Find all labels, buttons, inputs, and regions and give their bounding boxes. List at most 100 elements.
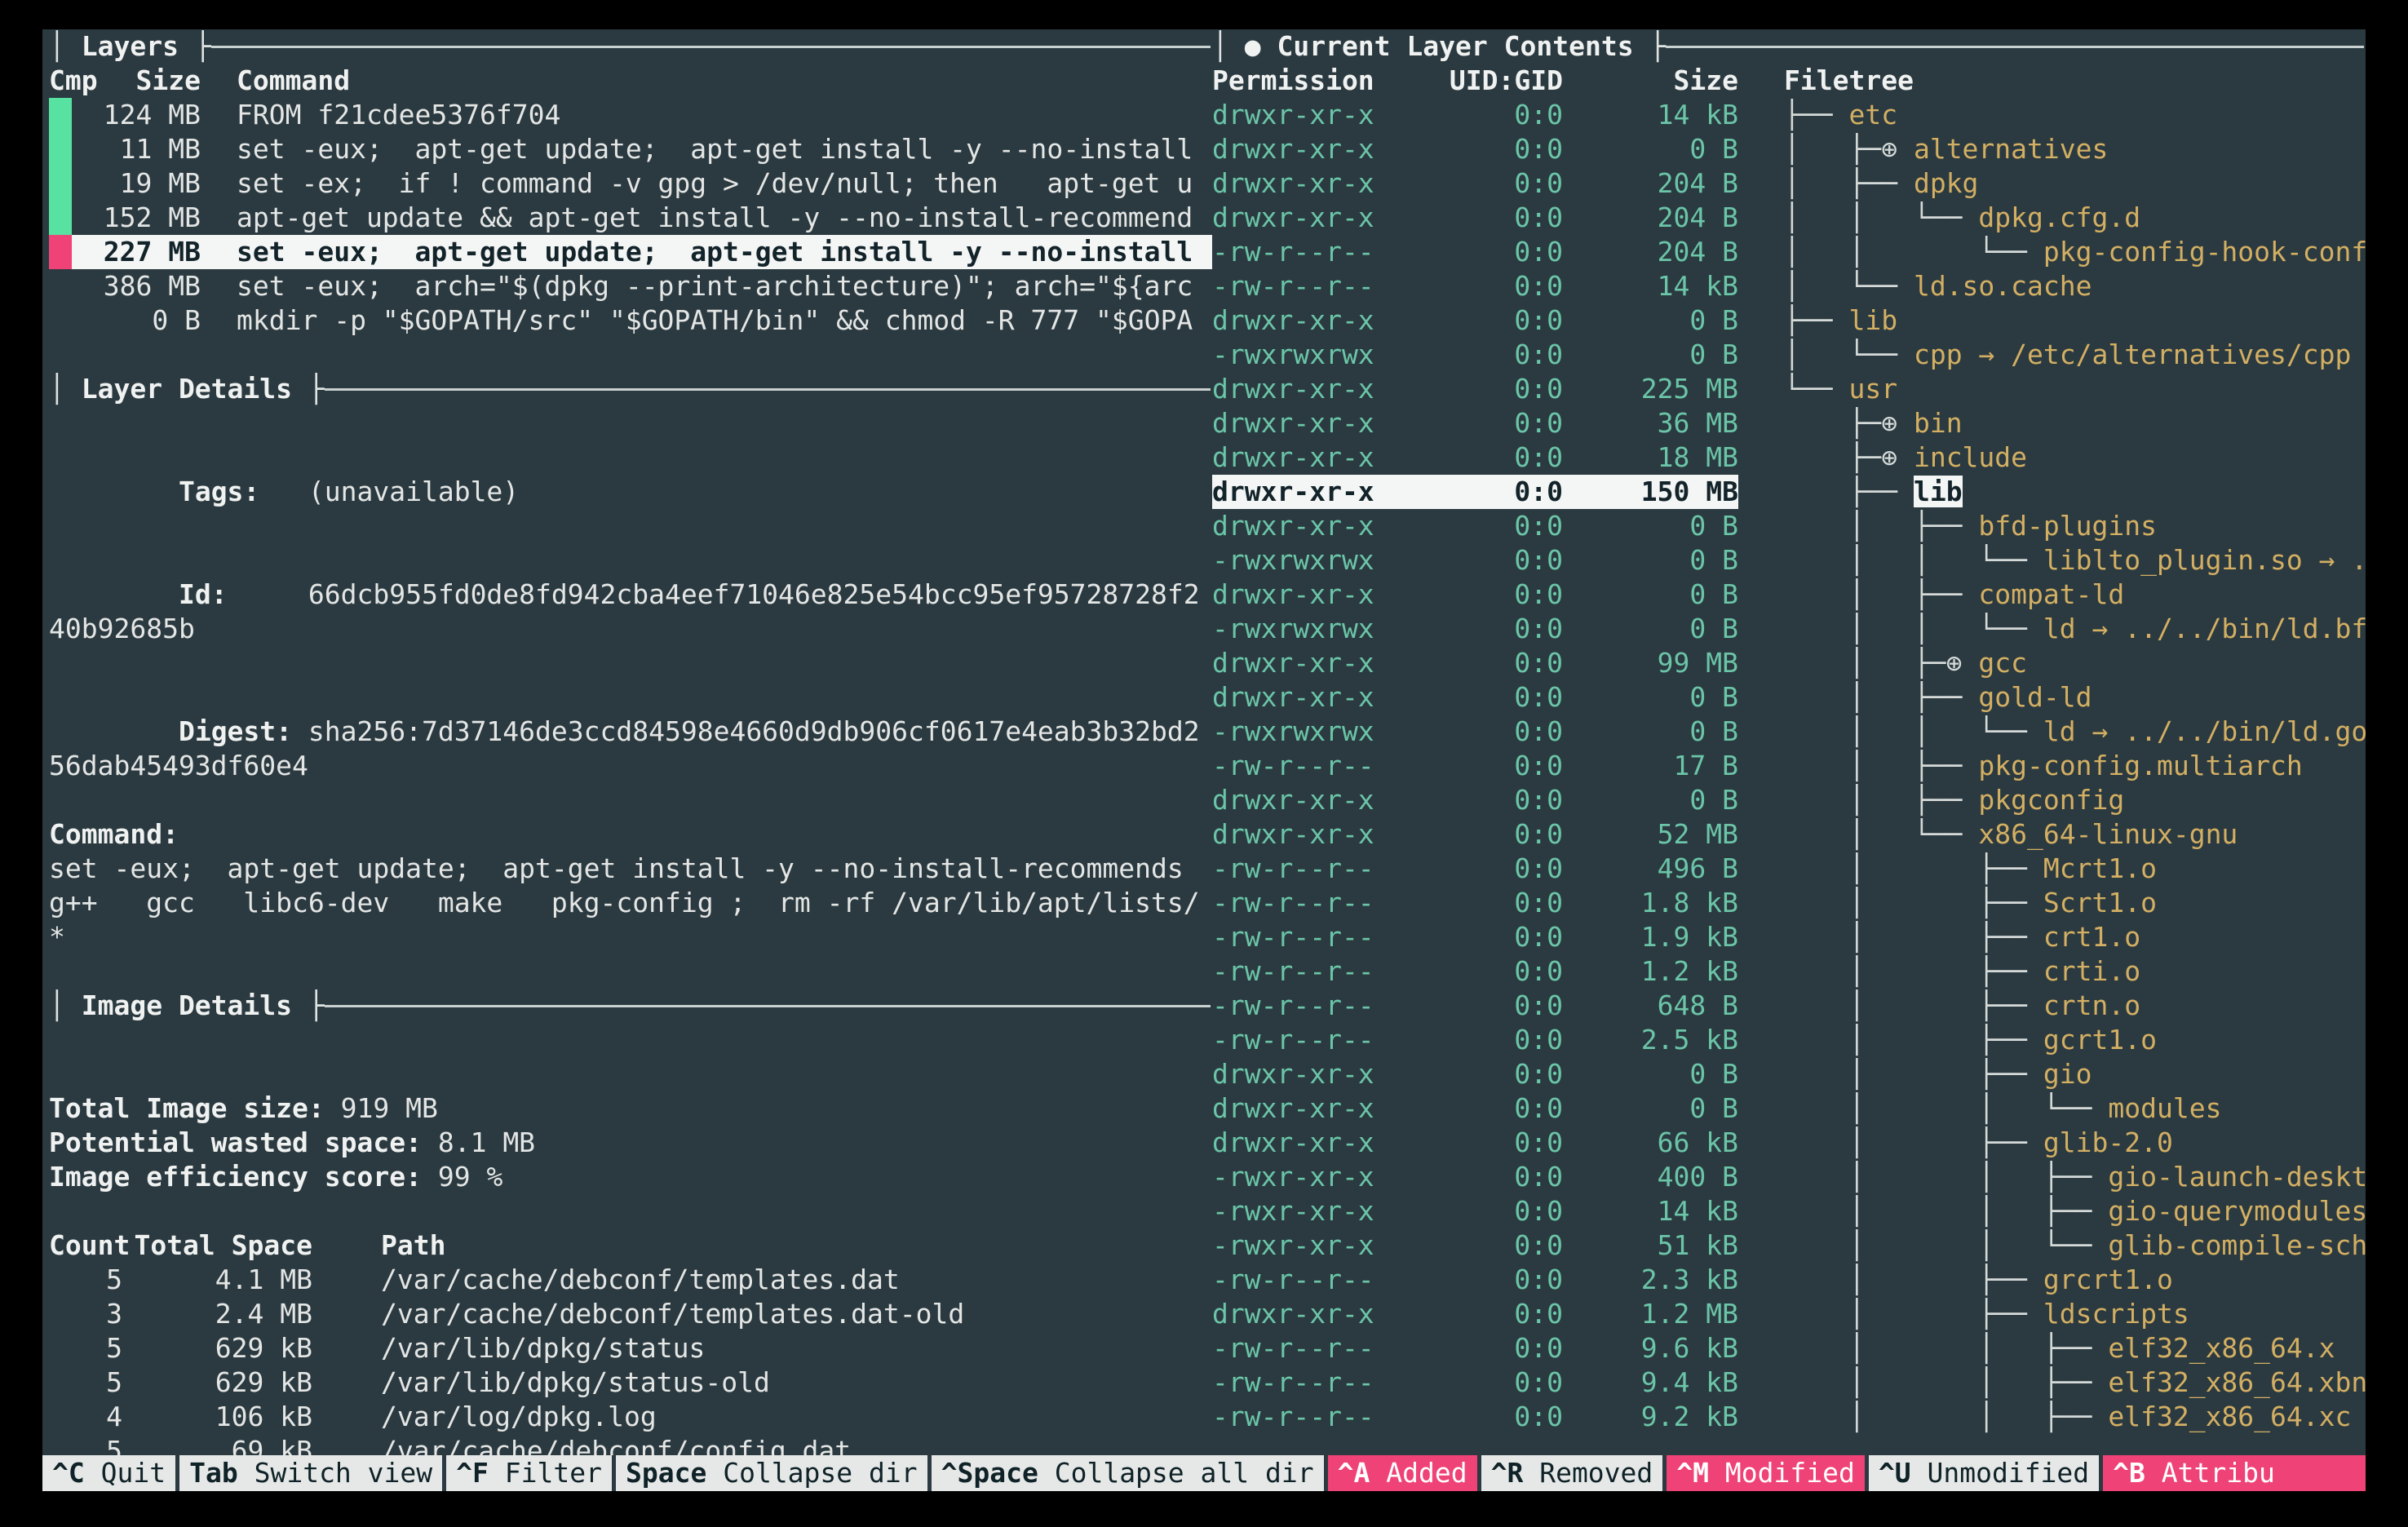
- file-size: 400 B: [1563, 1160, 1738, 1194]
- filetree-row[interactable]: drwxr-xr-x0:0204 B│ │ └── dpkg.cfg.d: [1212, 201, 2366, 235]
- wasted-total-space: 2.4 MB: [122, 1297, 312, 1331]
- wasted-total-space: 629 kB: [122, 1365, 312, 1400]
- filetree-row[interactable]: -rwxr-xr-x0:0400 B │ │ ├── gio-launch-de…: [1212, 1160, 2366, 1194]
- tree-branch: │ │ ├──: [1784, 1401, 2108, 1432]
- filetree-row[interactable]: -rw-r--r--0:09.6 kB │ │ ├── elf32_x86_64…: [1212, 1331, 2366, 1365]
- layer-row[interactable]: 11 MBset -eux; apt-get update; apt-get i…: [49, 132, 1212, 166]
- pane-border-junction: ├: [1649, 29, 1666, 64]
- filetree-row[interactable]: drwxr-xr-x0:00 B │ ├── gold-ld: [1212, 680, 2366, 715]
- filetree-row[interactable]: -rwxrwxrwx0:00 B │ │ └── liblto_plugin.s…: [1212, 543, 2366, 578]
- filetree-row[interactable]: -rw-r--r--0:02.3 kB │ ├── grcrt1.o: [1212, 1263, 2366, 1297]
- file-tree-cell: │ ├── dpkg: [1738, 166, 2366, 201]
- filetree-row[interactable]: -rw-r--r--0:02.5 kB │ ├── gcrt1.o: [1212, 1023, 2366, 1057]
- file-tree-cell: │ ├── gcrt1.o: [1738, 1023, 2366, 1057]
- file-name: Mcrt1.o: [2043, 852, 2157, 884]
- filetree-row[interactable]: -rw-r--r--0:0496 B │ ├── Mcrt1.o: [1212, 852, 2366, 886]
- layer-id-label: Id:: [179, 578, 308, 612]
- tree-branch: │ ├─⊕: [1784, 133, 1914, 165]
- filetree-row[interactable]: drwxr-xr-x0:00 B │ ├── bfd-plugins: [1212, 509, 2366, 543]
- file-permission: drwxr-xr-x: [1212, 201, 1375, 235]
- file-uid-gid: 0:0: [1375, 269, 1563, 303]
- statusbar-item-added[interactable]: ^A Added: [1328, 1455, 1477, 1491]
- filetree-row[interactable]: -rwxrwxrwx0:00 B │ │ └── ld → ../../bin/…: [1212, 612, 2366, 646]
- filetree-row[interactable]: drwxr-xr-x0:099 MB │ ├─⊕ gcc: [1212, 646, 2366, 680]
- statusbar-label: Attribu: [2162, 1457, 2275, 1489]
- file-size: 14 kB: [1563, 98, 1738, 132]
- filetree-row[interactable]: -rw-r--r--0:0204 B│ │ └── pkg-config-hoo…: [1212, 235, 2366, 269]
- filetree-row[interactable]: -rw-r--r--0:01.8 kB │ ├── Scrt1.o: [1212, 886, 2366, 920]
- file-tree-cell: ├─⊕ include: [1738, 440, 2366, 475]
- layer-row[interactable]: 19 MBset -ex; if ! command -v gpg > /dev…: [49, 166, 1212, 201]
- statusbar-item-attribu[interactable]: ^B Attribu: [2103, 1455, 2366, 1491]
- file-uid-gid: 0:0: [1375, 1194, 1563, 1228]
- file-uid-gid: 0:0: [1375, 1263, 1563, 1297]
- file-size: 2.5 kB: [1563, 1023, 1738, 1057]
- spacer: [49, 406, 1212, 440]
- filetree-row[interactable]: -rw-r--r--0:017 B │ ├── pkg-config.multi…: [1212, 749, 2366, 783]
- filetree-row[interactable]: -rw-r--r--0:09.4 kB │ │ ├── elf32_x86_64…: [1212, 1365, 2366, 1400]
- filetree-row[interactable]: -rwxr-xr-x0:014 kB │ │ ├── gio-querymodu…: [1212, 1194, 2366, 1228]
- filetree-row[interactable]: drwxr-xr-x0:00 B │ │ └── modules: [1212, 1091, 2366, 1126]
- filetree-row[interactable]: drwxr-xr-x0:00 B│ ├─⊕ alternatives: [1212, 132, 2366, 166]
- filetree-row[interactable]: drwxr-xr-x0:066 kB │ ├── glib-2.0: [1212, 1126, 2366, 1160]
- wasted-space-row: 32.4 MB/var/cache/debconf/templates.dat-…: [49, 1297, 1212, 1331]
- statusbar-item-filter[interactable]: ^F Filter: [446, 1455, 612, 1491]
- filetree-row[interactable]: -rw-r--r--0:09.2 kB │ │ ├── elf32_x86_64…: [1212, 1400, 2366, 1434]
- column-header-cmp: Cmp: [49, 64, 121, 98]
- file-size: 51 kB: [1563, 1228, 1738, 1263]
- column-header-size: Size: [1563, 64, 1738, 98]
- statusbar-label: Quit: [101, 1457, 166, 1489]
- layer-row[interactable]: 386 MBset -eux; arch="$(dpkg --print-arc…: [49, 269, 1212, 303]
- filetree-row[interactable]: -rw-r--r--0:01.9 kB │ ├── crt1.o: [1212, 920, 2366, 954]
- filetree-row[interactable]: drwxr-xr-x0:036 MB ├─⊕ bin: [1212, 406, 2366, 440]
- tree-branch: │ ├──: [1784, 167, 1914, 199]
- statusbar-item-collapse-dir[interactable]: Space Collapse dir: [616, 1455, 927, 1491]
- layer-id-row: Id:66dcb955fd0de8fd942cba4eef71046e825e5…: [49, 543, 1202, 680]
- file-size: 0 B: [1563, 680, 1738, 715]
- filetree-row[interactable]: -rw-r--r--0:014 kB│ └── ld.so.cache: [1212, 269, 2366, 303]
- file-permission: -rw-r--r--: [1212, 989, 1375, 1023]
- filetree-row[interactable]: drwxr-xr-x0:0225 MB└── usr: [1212, 372, 2366, 406]
- file-tree-cell: │ │ ├── elf32_x86_64.x: [1738, 1331, 2366, 1365]
- filetree-row[interactable]: drwxr-xr-x0:014 kB├── etc: [1212, 98, 2366, 132]
- spacer: [49, 338, 1212, 372]
- filetree-row[interactable]: drwxr-xr-x0:00 B │ ├── pkgconfig: [1212, 783, 2366, 817]
- filetree-row[interactable]: -rw-r--r--0:0648 B │ ├── crtn.o: [1212, 989, 2366, 1023]
- filetree-row[interactable]: -rwxrwxrwx0:00 B │ │ └── ld → ../../bin/…: [1212, 715, 2366, 749]
- filetree-row[interactable]: drwxr-xr-x0:0150 MB ├── lib: [1212, 475, 2366, 509]
- wasted-count: 4: [49, 1400, 122, 1434]
- wasted-path: /var/log/dpkg.log: [312, 1400, 1212, 1434]
- layer-row[interactable]: 227 MBset -eux; apt-get update; apt-get …: [49, 235, 1212, 269]
- statusbar-item-collapse-all-dir[interactable]: ^Space Collapse all dir: [932, 1455, 1324, 1491]
- filetree-row[interactable]: drwxr-xr-x0:052 MB │ └── x86_64-linux-gn…: [1212, 817, 2366, 852]
- statusbar-item-unmodified[interactable]: ^U Unmodified: [1869, 1455, 2099, 1491]
- filetree-row[interactable]: -rwxr-xr-x0:051 kB │ │ └── glib-compile-…: [1212, 1228, 2366, 1263]
- filetree-row[interactable]: drwxr-xr-x0:00 B├── lib: [1212, 303, 2366, 338]
- filetree-row[interactable]: drwxr-xr-x0:01.2 MB │ ├── ldscripts: [1212, 1297, 2366, 1331]
- statusbar-item-removed[interactable]: ^R Removed: [1481, 1455, 1663, 1491]
- filetree-row[interactable]: drwxr-xr-x0:018 MB ├─⊕ include: [1212, 440, 2366, 475]
- tree-branch: │ │ ├──: [1784, 1161, 2108, 1193]
- filetree-row[interactable]: -rw-r--r--0:01.2 kB │ ├── crti.o: [1212, 954, 2366, 989]
- tree-branch: │ └──: [1784, 339, 1914, 370]
- layer-tags-label: Tags:: [179, 475, 308, 509]
- filetree-row[interactable]: drwxr-xr-x0:00 B │ ├── compat-ld: [1212, 578, 2366, 612]
- layer-size: 11 MB: [72, 132, 201, 166]
- file-permission: drwxr-xr-x: [1212, 440, 1375, 475]
- layer-row[interactable]: 152 MBapt-get update && apt-get install …: [49, 201, 1212, 235]
- file-tree-cell: ├── lib: [1738, 475, 2366, 509]
- pane-border-junction: ├: [308, 989, 325, 1023]
- layers-list: 124 MBFROM f21cdee5376f70411 MBset -eux;…: [49, 98, 1212, 338]
- file-size: 52 MB: [1563, 817, 1738, 852]
- statusbar-item-switch-view[interactable]: Tab Switch view: [179, 1455, 442, 1491]
- statusbar-item-quit[interactable]: ^C Quit: [42, 1455, 175, 1491]
- filetree-row[interactable]: drwxr-xr-x0:0204 B│ ├── dpkg: [1212, 166, 2366, 201]
- layer-row[interactable]: 124 MBFROM f21cdee5376f704: [49, 98, 1212, 132]
- filetree-row[interactable]: drwxr-xr-x0:00 B │ ├── gio: [1212, 1057, 2366, 1091]
- statusbar-item-modified[interactable]: ^M Modified: [1667, 1455, 1865, 1491]
- file-uid-gid: 0:0: [1375, 783, 1563, 817]
- filetree-row[interactable]: -rwxrwxrwx0:00 B│ └── cpp → /etc/alterna…: [1212, 338, 2366, 372]
- layer-command-label: Command:: [49, 817, 1212, 852]
- layer-row[interactable]: 0 Bmkdir -p "$GOPATH/src" "$GOPATH/bin" …: [49, 303, 1212, 338]
- file-uid-gid: 0:0: [1375, 1331, 1563, 1365]
